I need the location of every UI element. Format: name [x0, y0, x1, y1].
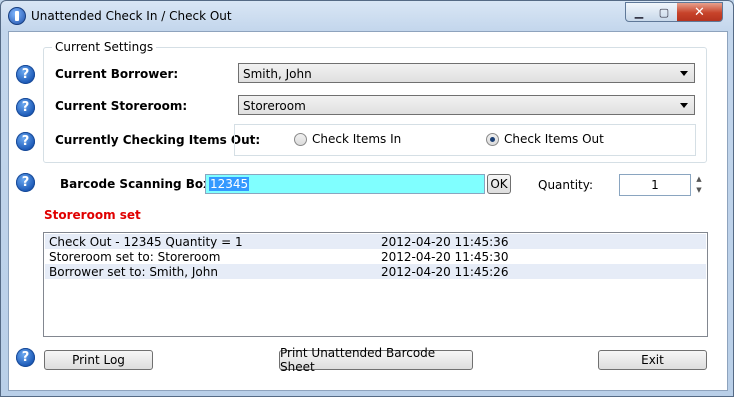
- log-timestamp: 2012-04-20 11:45:36: [381, 235, 509, 249]
- maximize-button[interactable]: ▢: [651, 2, 678, 22]
- status-text: Storeroom set: [44, 208, 141, 222]
- title-bar[interactable]: Unattended Check In / Check Out ▁ ▢ ✕: [1, 1, 733, 31]
- check-out-radio[interactable]: Check Items Out: [486, 132, 604, 146]
- log-message: Check Out - 12345 Quantity = 1: [49, 235, 243, 249]
- spin-up-icon[interactable]: ▲: [692, 174, 706, 185]
- exit-button[interactable]: Exit: [598, 350, 707, 370]
- print-barcode-sheet-button[interactable]: Print Unattended Barcode Sheet: [279, 346, 473, 374]
- ok-button[interactable]: OK: [487, 174, 511, 194]
- borrower-label: Current Borrower:: [55, 67, 179, 81]
- list-item[interactable]: Borrower set to: Smith, John 2012-04-20 …: [45, 264, 706, 279]
- radio-button-icon[interactable]: [486, 132, 499, 146]
- chevron-down-icon: [680, 71, 688, 76]
- minimize-button[interactable]: ▁: [625, 2, 653, 22]
- list-item[interactable]: Check Out - 12345 Quantity = 1 2012-04-2…: [45, 234, 706, 249]
- log-timestamp: 2012-04-20 11:45:26: [381, 265, 509, 279]
- app-icon: [8, 7, 26, 25]
- client-area: ? ? ? ? ? Current Settings Current Borro…: [8, 31, 728, 391]
- help-icon-barcode[interactable]: ?: [16, 173, 35, 192]
- storeroom-dropdown[interactable]: Storeroom: [238, 95, 695, 115]
- quantity-input[interactable]: 1: [619, 174, 691, 196]
- log-message: Borrower set to: Smith, John: [49, 265, 218, 279]
- help-icon-log[interactable]: ?: [16, 348, 35, 367]
- quantity-label: Quantity:: [538, 178, 594, 192]
- barcode-input[interactable]: 12345: [205, 174, 485, 194]
- borrower-value: Smith, John: [243, 67, 312, 81]
- log-message: Storeroom set to: Storeroom: [49, 250, 221, 264]
- activity-log-list[interactable]: Check Out - 12345 Quantity = 1 2012-04-2…: [43, 232, 708, 337]
- quantity-stepper[interactable]: ▲ ▼: [692, 174, 706, 196]
- help-icon-mode[interactable]: ?: [16, 132, 35, 151]
- barcode-label: Barcode Scanning Box:: [60, 177, 216, 191]
- check-in-radio[interactable]: Check Items In: [294, 132, 401, 146]
- storeroom-label: Current Storeroom:: [55, 99, 188, 113]
- spin-down-icon[interactable]: ▼: [692, 185, 706, 196]
- barcode-value: 12345: [209, 177, 250, 191]
- help-icon-borrower[interactable]: ?: [16, 65, 35, 84]
- main-window: Unattended Check In / Check Out ▁ ▢ ✕ ? …: [0, 0, 734, 397]
- chevron-down-icon: [680, 103, 688, 108]
- mode-label: Currently Checking Items Out:: [55, 133, 261, 147]
- window-title: Unattended Check In / Check Out: [31, 9, 232, 23]
- check-out-label: Check Items Out: [504, 132, 604, 146]
- radio-button-icon[interactable]: [294, 132, 307, 146]
- log-timestamp: 2012-04-20 11:45:30: [381, 250, 509, 264]
- borrower-dropdown[interactable]: Smith, John: [238, 63, 695, 83]
- storeroom-value: Storeroom: [243, 99, 306, 113]
- help-icon-storeroom[interactable]: ?: [16, 98, 35, 117]
- mode-radio-panel: Check Items In Check Items Out: [234, 124, 696, 156]
- list-item[interactable]: Storeroom set to: Storeroom 2012-04-20 1…: [45, 249, 706, 264]
- print-log-button[interactable]: Print Log: [44, 350, 153, 370]
- group-title: Current Settings: [52, 40, 157, 54]
- close-button[interactable]: ✕: [677, 2, 723, 22]
- check-in-label: Check Items In: [312, 132, 402, 146]
